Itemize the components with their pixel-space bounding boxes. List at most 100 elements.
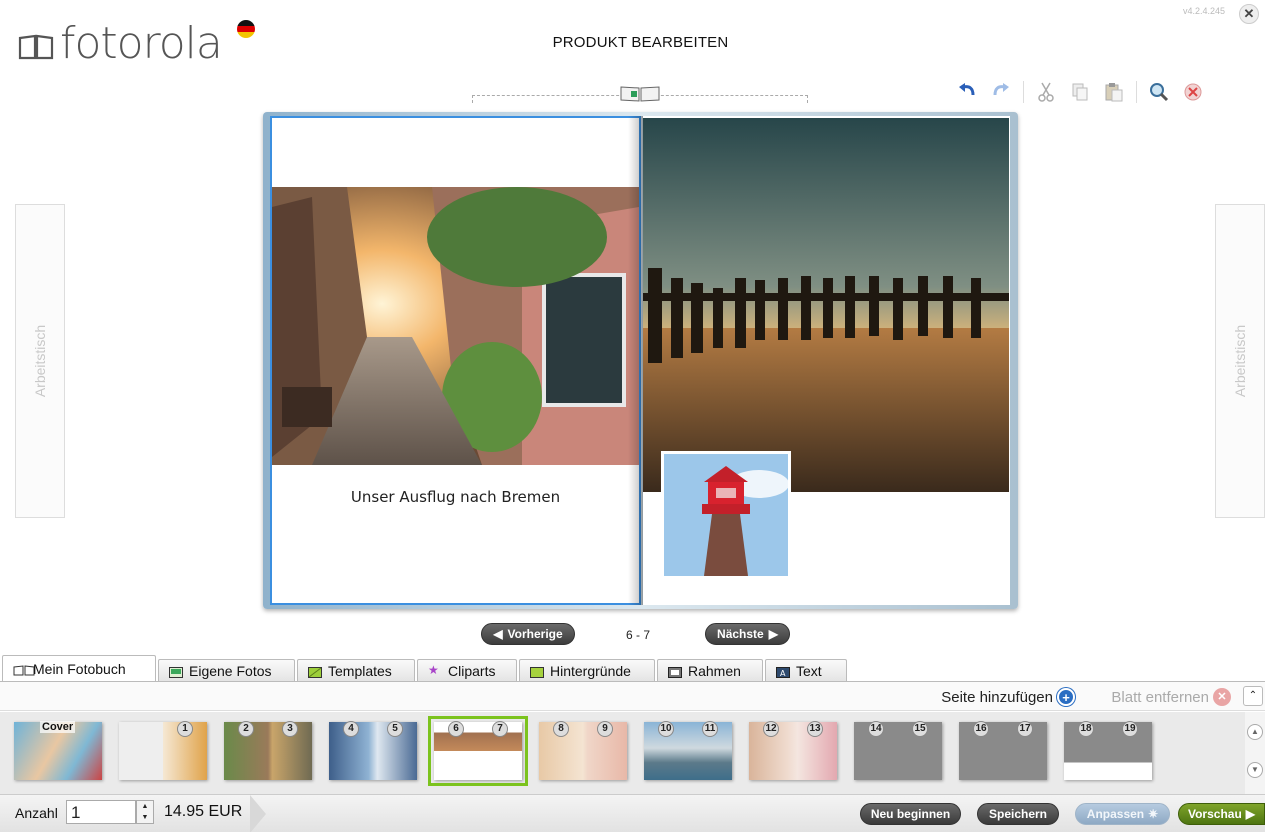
quantity-input[interactable]: 1 <box>66 800 136 824</box>
thumbnail-page-18-19[interactable]: 18 19 <box>1064 721 1152 780</box>
thumbnail-page-16-17[interactable]: 16 17 <box>959 721 1047 780</box>
page-caption[interactable]: Unser Ausflug nach Bremen <box>272 488 639 506</box>
workbench-right-label: Arbeitstisch <box>1232 324 1248 398</box>
collapse-chevron-icon[interactable]: ⌃ <box>1243 686 1263 706</box>
thumbnail-cover[interactable]: Cover <box>14 721 102 780</box>
workbench-right[interactable]: Arbeitstisch <box>1215 204 1265 518</box>
save-button-label: Speichern <box>988 807 1048 821</box>
previous-button[interactable]: ◀ Vorherige <box>481 623 575 645</box>
street-photo[interactable] <box>272 187 639 465</box>
workbench-left-label: Arbeitstisch <box>32 324 48 398</box>
thumbnail-page-2-3[interactable]: 2 3 <box>224 721 312 780</box>
arrow-right-icon: ▶ <box>768 627 778 641</box>
add-page-button[interactable]: Seite hinzufügen + <box>941 688 1075 706</box>
tab-label: Rahmen <box>688 662 741 679</box>
arrow-left-icon: ◀ <box>493 627 503 641</box>
thumbnail-scrollbar[interactable]: ▲ ▼ <box>1245 712 1265 794</box>
plus-icon: + <box>1057 688 1075 706</box>
page-number: 13 <box>807 721 823 737</box>
restart-button-label: Neu beginnen <box>870 807 951 821</box>
preview-button[interactable]: Vorschau ▶ <box>1178 803 1265 825</box>
page-number: 15 <box>912 721 928 737</box>
svg-text:A: A <box>780 669 786 678</box>
customize-button[interactable]: Anpassen ✷ <box>1075 803 1170 825</box>
quantity-stepper[interactable]: ▲ ▼ <box>136 800 154 824</box>
thumbnail-page-14-15[interactable]: 14 15 <box>854 721 942 780</box>
workbench-left[interactable]: Arbeitstisch <box>15 204 65 518</box>
photo-icon <box>169 665 183 678</box>
tab-cliparts[interactable]: ★ Cliparts <box>417 659 517 681</box>
remove-sheet-button[interactable]: Blatt entfernen ✕ <box>1111 688 1231 706</box>
page-action-bar: Seite hinzufügen + Blatt entfernen ✕ ⌃ <box>0 681 1265 711</box>
tab-label: Eigene Fotos <box>189 662 272 679</box>
customize-button-label: Anpassen <box>1086 807 1145 821</box>
save-button[interactable]: Speichern <box>977 803 1059 825</box>
version-label: v4.2.4.245 <box>1182 6 1225 16</box>
spread-view-icon[interactable] <box>620 85 660 102</box>
tab-eigene-fotos[interactable]: Eigene Fotos <box>158 659 295 681</box>
zoom-icon[interactable] <box>1147 80 1171 104</box>
page-number: 14 <box>868 721 884 737</box>
book-spine <box>628 116 643 605</box>
tab-label: Text <box>796 662 822 679</box>
sparkle-icon: ✷ <box>1148 807 1159 821</box>
page-number: 4 <box>343 721 359 737</box>
quantity-label: Anzahl <box>15 805 58 821</box>
page-number: 3 <box>282 721 298 737</box>
page-number: 12 <box>763 721 779 737</box>
text-icon: A <box>776 665 790 678</box>
page-title: PRODUKT BEARBEITEN <box>552 34 729 51</box>
page-number: 5 <box>387 721 403 737</box>
page-number: 9 <box>597 721 613 737</box>
play-icon: ▶ <box>1245 807 1256 821</box>
tab-mein-fotobuch[interactable]: Mein Fotobuch <box>2 655 156 681</box>
template-icon <box>308 665 322 678</box>
remove-icon: ✕ <box>1213 688 1231 706</box>
beach-pier-photo[interactable] <box>643 118 1009 492</box>
thumbnail-page-6-7[interactable]: 6 7 <box>428 716 528 786</box>
page-number: 8 <box>553 721 569 737</box>
tab-bar: Mein Fotobuch Eigene Fotos Templates ★ C… <box>2 655 849 681</box>
frame-icon <box>668 665 682 678</box>
page-number: 18 <box>1078 721 1094 737</box>
scroll-down-icon[interactable]: ▼ <box>1247 762 1263 778</box>
next-button-label: Nächste <box>717 627 764 641</box>
redo-icon[interactable] <box>989 80 1013 104</box>
page-number: 1 <box>177 721 193 737</box>
cover-label: Cover <box>40 721 76 733</box>
previous-button-label: Vorherige <box>507 627 563 641</box>
thumbnail-page-1[interactable]: 1 <box>119 721 207 780</box>
scroll-up-icon[interactable]: ▲ <box>1247 724 1263 740</box>
cut-icon[interactable] <box>1034 80 1058 104</box>
tab-hintergruende[interactable]: Hintergründe <box>519 659 655 681</box>
page-number: 7 <box>492 721 508 737</box>
paste-icon[interactable] <box>1102 80 1126 104</box>
tab-label: Templates <box>328 662 392 679</box>
page-number: 2 <box>238 721 254 737</box>
tab-rahmen[interactable]: Rahmen <box>657 659 763 681</box>
thumbnail-page-10-11[interactable]: 10 11 <box>644 721 732 780</box>
tab-label: Cliparts <box>448 662 496 679</box>
lighthouse-photo[interactable] <box>661 451 791 579</box>
close-button[interactable]: ✕ <box>1239 4 1259 24</box>
bottom-bar: Anzahl 1 ▲ ▼ 14.95 EUR Neu beginnen Speic… <box>0 794 1265 832</box>
copy-icon[interactable] <box>1068 80 1092 104</box>
price-label: 14.95 EUR <box>164 803 243 820</box>
delete-icon[interactable] <box>1181 80 1205 104</box>
page-number: 11 <box>702 721 718 737</box>
book-icon <box>13 663 35 676</box>
next-button[interactable]: Nächste ▶ <box>705 623 790 645</box>
add-page-label: Seite hinzufügen <box>941 688 1053 706</box>
thumbnail-page-12-13[interactable]: 12 13 <box>749 721 837 780</box>
thumbnail-page-8-9[interactable]: 8 9 <box>539 721 627 780</box>
thumbnail-strip: Cover 1 2 3 4 5 6 7 8 9 10 11 12 13 14 1… <box>0 712 1245 794</box>
undo-icon[interactable] <box>955 80 979 104</box>
star-icon: ★ <box>428 663 439 677</box>
page-number: 16 <box>973 721 989 737</box>
tab-templates[interactable]: Templates <box>297 659 415 681</box>
tab-text[interactable]: A Text <box>765 659 847 681</box>
restart-button[interactable]: Neu beginnen <box>860 803 961 825</box>
thumbnail-page-4-5[interactable]: 4 5 <box>329 721 417 780</box>
page-number: 10 <box>658 721 674 737</box>
remove-sheet-label: Blatt entfernen <box>1111 688 1209 706</box>
